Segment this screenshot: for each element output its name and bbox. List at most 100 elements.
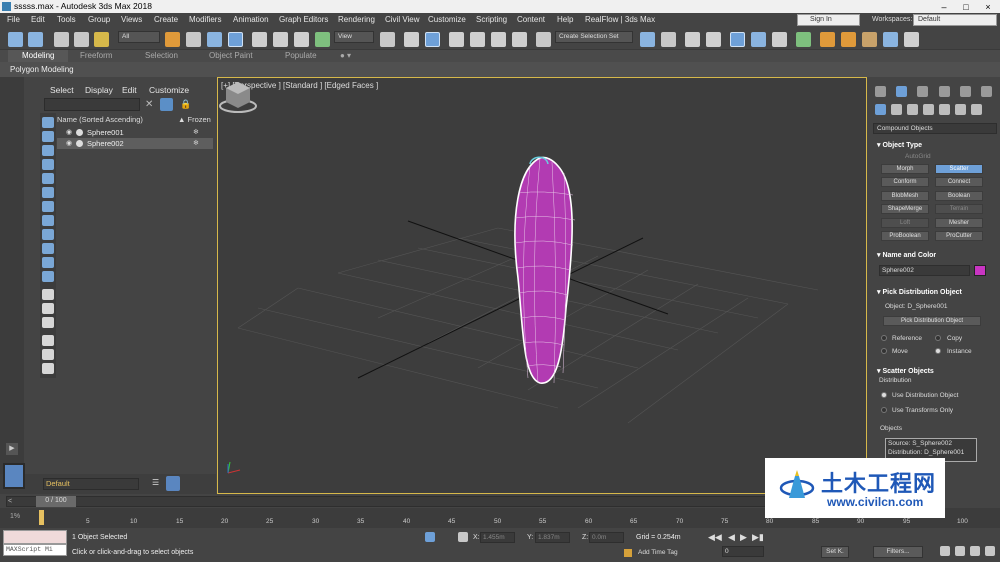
selection-lock-icon[interactable] (458, 532, 468, 542)
create-tab-icon[interactable] (875, 86, 886, 97)
filter-funnel-icon[interactable] (42, 335, 54, 346)
menu-file[interactable]: File (7, 15, 20, 24)
time-slider-thumb[interactable]: 0 / 100 (36, 496, 76, 507)
display-cameras-icon[interactable] (42, 159, 54, 170)
named-selection-set-select[interactable]: Create Selection Set (555, 31, 633, 43)
display-frozen-icon[interactable] (42, 257, 54, 268)
display-all-icon[interactable] (42, 289, 54, 300)
explorer-menu-select[interactable]: Select (50, 85, 74, 95)
display-tab-icon[interactable] (960, 86, 971, 97)
perspective-viewport[interactable]: [+] [Perspective ] [Standard ] [Edged Fa… (217, 77, 867, 494)
menu-rendering[interactable]: Rendering (338, 15, 375, 24)
keyboard-shortcut-override-icon[interactable] (425, 32, 440, 47)
invert-display-icon[interactable] (42, 317, 54, 328)
use-transforms-only-radio[interactable] (881, 407, 887, 413)
cameras-icon[interactable] (923, 104, 934, 115)
terrain-button[interactable]: Terrain (935, 204, 983, 214)
maximize-button[interactable]: □ (958, 2, 974, 12)
menu-scripting[interactable]: Scripting (476, 15, 507, 24)
layer-explorer-icon[interactable] (166, 476, 180, 491)
close-button[interactable]: × (980, 2, 996, 12)
z-coordinate-field[interactable]: 0.0m (589, 532, 624, 543)
menu-views[interactable]: Views (121, 15, 142, 24)
menu-create[interactable]: Create (154, 15, 178, 24)
time-tag-icon[interactable] (624, 549, 632, 557)
proboolean-button[interactable]: ProBoolean (881, 231, 929, 241)
scale-icon[interactable] (294, 32, 309, 47)
ribbon-options-icon[interactable]: ● ▾ (340, 51, 351, 60)
display-spacewarps-icon[interactable] (42, 187, 54, 198)
isolate-selection-icon[interactable] (425, 532, 435, 542)
active-viewport-swatch[interactable] (3, 463, 25, 489)
unlink-icon[interactable] (74, 32, 89, 47)
toggle-layer-explorer-icon[interactable] (706, 32, 721, 47)
pivot-center-icon[interactable] (380, 32, 395, 47)
align-icon[interactable] (661, 32, 676, 47)
frozen-snowflake-icon[interactable]: ❄ (193, 139, 199, 147)
menu-content[interactable]: Content (517, 15, 545, 24)
menu-help[interactable]: Help (557, 15, 573, 24)
object-name-input[interactable]: Sphere002 (879, 265, 970, 276)
tab-object-paint[interactable]: Object Paint (209, 51, 253, 60)
display-bones-icon[interactable] (42, 229, 54, 240)
dependencies-icon[interactable] (42, 363, 54, 374)
time-slider[interactable] (6, 496, 766, 507)
rendered-frame-window-icon[interactable] (841, 32, 856, 47)
display-containers-icon[interactable] (42, 243, 54, 254)
toggle-ribbon-icon[interactable] (730, 32, 745, 47)
tab-modeling[interactable]: Modeling (22, 51, 54, 60)
layers-icon[interactable]: ☰ (152, 478, 163, 490)
motion-tab-icon[interactable] (939, 86, 950, 97)
visibility-eye-icon[interactable]: ◉ (66, 128, 72, 136)
curve-editor-icon[interactable] (751, 32, 766, 47)
render-cloud-icon[interactable] (883, 32, 898, 47)
play-icon[interactable]: ▶ (740, 532, 747, 543)
workspace-select[interactable]: Default (913, 14, 997, 26)
display-none-icon[interactable] (42, 303, 54, 314)
display-helpers-icon[interactable] (42, 173, 54, 184)
expand-arrow-icon[interactable]: ▶ (6, 443, 18, 455)
mesher-button[interactable]: Mesher (935, 218, 983, 228)
lock-icon[interactable]: 🔒 (180, 99, 191, 110)
modify-tab-icon[interactable] (896, 86, 907, 97)
explorer-menu-display[interactable]: Display (85, 85, 113, 95)
reference-coordinate-select[interactable]: View (334, 31, 374, 43)
menu-modifiers[interactable]: Modifiers (189, 15, 221, 24)
material-editor-icon[interactable] (796, 32, 811, 47)
next-frame-icon[interactable]: ▶▮ (752, 532, 764, 543)
pick-distribution-rollout[interactable]: ▾ Pick Distribution Object (877, 288, 962, 296)
redo-icon[interactable] (28, 32, 43, 47)
menu-civil-view[interactable]: Civil View (385, 15, 420, 24)
maxscript-listener-input[interactable] (3, 530, 67, 544)
move-icon[interactable] (252, 32, 267, 47)
autogrid-checkbox[interactable]: AutoGrid (905, 153, 931, 160)
menu-graph-editors[interactable]: Graph Editors (279, 15, 328, 24)
object-type-rollout[interactable]: ▾ Object Type (877, 141, 922, 149)
y-coordinate-field[interactable]: 1.837m (535, 532, 570, 543)
toggle-scene-explorer-icon[interactable] (685, 32, 700, 47)
display-groups-icon[interactable] (42, 201, 54, 212)
object-category-select[interactable]: Compound Objects (873, 123, 997, 134)
explorer-row-sphere002[interactable]: ◉ Sphere002 ❄ (57, 138, 213, 149)
procutter-button[interactable]: ProCutter (935, 231, 983, 241)
clear-search-icon[interactable]: ✕ (145, 99, 153, 110)
display-shapes-icon[interactable] (42, 131, 54, 142)
selection-filter-select[interactable]: All (118, 31, 160, 43)
viewcube-icon[interactable] (218, 78, 258, 114)
select-manipulate-icon[interactable] (404, 32, 419, 47)
window-crossing-icon[interactable] (228, 32, 243, 47)
add-time-tag[interactable]: Add Time Tag (638, 549, 678, 556)
conform-button[interactable]: Conform (881, 177, 929, 187)
list-item[interactable]: Source: S_Sphere002 (886, 439, 976, 448)
menu-animation[interactable]: Animation (233, 15, 269, 24)
helpers-icon[interactable] (939, 104, 950, 115)
display-xrefs-icon[interactable] (42, 215, 54, 226)
spinner-snap-icon[interactable] (512, 32, 527, 47)
menu-edit[interactable]: Edit (31, 15, 45, 24)
minimize-button[interactable]: – (936, 2, 952, 12)
zoom-icon[interactable] (940, 546, 950, 556)
go-to-start-icon[interactable]: ◀◀ (708, 532, 722, 543)
explorer-menu-customize[interactable]: Customize (149, 85, 189, 95)
scatter-button[interactable]: Scatter (935, 164, 983, 174)
sign-in-button[interactable]: Sign In (797, 14, 860, 26)
